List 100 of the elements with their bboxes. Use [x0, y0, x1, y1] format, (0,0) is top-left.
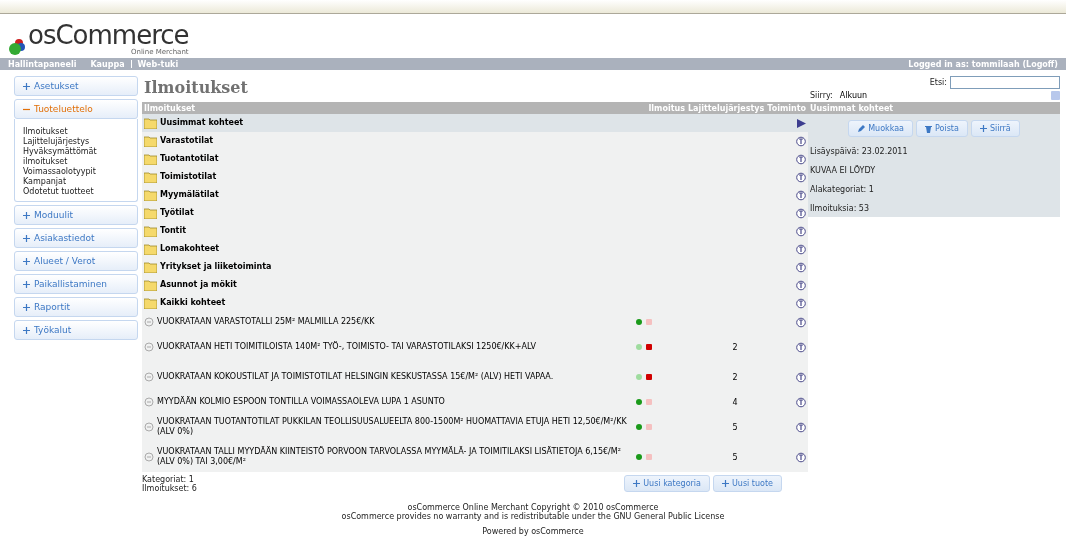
table-row[interactable]: Varastotilat — [142, 132, 808, 150]
info-text: Ilmoituksia: 53 — [810, 204, 871, 213]
table-row[interactable]: Kaikki kohteet — [142, 294, 808, 312]
table-row[interactable]: Uusimmat kohteet — [142, 114, 808, 132]
product-icon — [144, 452, 154, 462]
info-icon[interactable] — [796, 261, 806, 273]
sidebar-item[interactable]: Asetukset — [14, 76, 138, 96]
info-text: KUVAA EI LÖYDY — [810, 166, 877, 175]
folder-icon — [144, 153, 157, 165]
panel-button[interactable]: Poista — [916, 120, 968, 137]
info-icon[interactable] — [796, 171, 806, 183]
info-icon[interactable] — [796, 207, 806, 219]
info-icon[interactable] — [796, 371, 806, 383]
table-row[interactable]: VUOKRATAAN HETI TOIMITILOISTA 140M² TYÖ-, TOIMISTO- TAI VARASTOTILAKSI 1250€/KK+ALV 2 — [142, 332, 808, 362]
sidebar-item[interactable]: Moduulit — [14, 205, 138, 225]
new-button[interactable]: Uusi tuote — [712, 475, 782, 492]
plus-icon — [23, 211, 30, 219]
arrow-icon — [797, 118, 806, 128]
panel-button[interactable]: Siirrä — [970, 120, 1020, 137]
goto-label: Siirry: — [810, 91, 833, 100]
search-field[interactable] — [950, 76, 1060, 89]
sidebar-item[interactable]: Työkalut — [14, 320, 138, 340]
plus-icon — [979, 125, 987, 132]
plus-icon — [23, 303, 30, 311]
product-icon — [144, 342, 154, 352]
sidebar-item[interactable]: Asiakastiedot — [14, 228, 138, 248]
folder-icon — [144, 117, 157, 129]
submenu-link[interactable]: Voimassaolotyypit — [23, 167, 133, 177]
folder-icon — [144, 261, 157, 273]
status-on-icon[interactable] — [636, 399, 642, 405]
sort-order: 4 — [731, 397, 739, 407]
info-icon[interactable] — [796, 421, 806, 433]
table-row[interactable]: Myymälätilat — [142, 186, 808, 204]
submenu-link[interactable]: Lajittelujärjestys — [23, 137, 133, 147]
goto-select[interactable]: Alkuun — [839, 91, 1060, 100]
sort-order: 2 — [731, 342, 739, 352]
info-icon[interactable] — [796, 451, 806, 463]
product-icon — [144, 422, 154, 432]
folder-icon — [144, 207, 157, 219]
submenu-link[interactable]: ilmoitukset — [23, 157, 133, 167]
separator — [130, 60, 132, 68]
logged-in-text: Logged in as: tommilaah (Logoff) — [908, 59, 1058, 69]
plus-icon — [23, 257, 30, 265]
table-row[interactable]: Tontit — [142, 222, 808, 240]
submenu-link[interactable]: Hyväksymättömät — [23, 147, 133, 157]
table-row[interactable]: Asunnot ja mökit — [142, 276, 808, 294]
sidebar-item[interactable]: Alueet / Verot — [14, 251, 138, 271]
table-row[interactable]: Työtilat — [142, 204, 808, 222]
submenu-link[interactable]: Ilmoitukset — [23, 127, 133, 137]
folder-icon — [144, 171, 157, 183]
table-row[interactable]: Lomakohteet — [142, 240, 808, 258]
folder-icon — [144, 135, 157, 147]
table-row[interactable]: Toimistotilat — [142, 168, 808, 186]
logo-text: osCommerce — [28, 20, 189, 50]
info-icon[interactable] — [796, 279, 806, 291]
info-icon[interactable] — [796, 225, 806, 237]
footer-text: Powered by osCommerce — [482, 527, 584, 536]
sidebar-item[interactable]: Paikallistaminen — [14, 274, 138, 294]
new-button[interactable]: Uusi kategoria — [624, 475, 710, 492]
panel-button[interactable]: Muokkaa — [848, 120, 913, 137]
sort-order: 5 — [731, 452, 739, 462]
plus-icon — [23, 82, 30, 90]
plus-icon — [633, 480, 641, 487]
info-icon[interactable] — [796, 243, 806, 255]
info-icon[interactable] — [796, 153, 806, 165]
table-row[interactable]: MYYDÄÄN KOLMIO ESPOON TONTILLA VOIMASSAOLEVA LUPA 1 ASUNTO 4 — [142, 392, 808, 412]
folder-icon — [144, 297, 157, 309]
info-icon[interactable] — [796, 316, 806, 328]
submenu-link[interactable]: Odotetut tuotteet — [23, 187, 133, 197]
submenu-link[interactable]: Kampanjat — [23, 177, 133, 187]
info-icon[interactable] — [796, 297, 806, 309]
summary-text: Kategoriat: 1 — [142, 475, 194, 484]
plus-icon — [23, 234, 30, 242]
table-header: Ilmoitukset Ilmoitus Lajittelujärjestys Toiminto — [142, 102, 808, 114]
pencil-icon — [857, 124, 866, 133]
folder-icon — [144, 225, 157, 237]
table-row[interactable]: VUOKRATAAN VARASTOTALLI 25M² MALMILLA 225€/KK — [142, 312, 808, 332]
footer-text: osCommerce Online Merchant Copyright © 2010 osCommerce — [407, 503, 659, 512]
product-icon — [144, 317, 154, 327]
summary-text: Ilmoitukset: 6 — [142, 484, 197, 493]
info-text: Alakategoriat: 1 — [810, 185, 875, 194]
footer-text: osCommerce provides no warranty and is redistributable under the GNU General Public License — [341, 512, 725, 521]
table-row[interactable]: Yritykset ja liiketoiminta — [142, 258, 808, 276]
product-icon — [144, 397, 154, 407]
logo-icon — [8, 38, 26, 56]
table-row[interactable]: Tuotantotilat — [142, 150, 808, 168]
folder-icon — [144, 243, 157, 255]
status-on-icon[interactable] — [636, 454, 642, 460]
plus-icon — [721, 480, 729, 487]
sidebar-item[interactable]: Raportit — [14, 297, 138, 317]
sort-order: 2 — [731, 372, 739, 382]
info-icon[interactable] — [796, 341, 806, 353]
table-row[interactable]: VUOKRATAAN TUOTANTOTILAT PUKKILAN TEOLLISUUSALUEELTA 800-1500M² HUOMATTAVIA ETUJA HETI 12,50€/M²/KK (ALV 0%) 5 — [142, 412, 808, 442]
info-icon[interactable] — [796, 135, 806, 147]
info-icon[interactable] — [796, 189, 806, 201]
info-icon[interactable] — [796, 396, 806, 408]
status-on-icon[interactable] — [636, 424, 642, 430]
table-row[interactable]: VUOKRATAAN TALLI MYYDÄÄN KIINTEISTÖ PORVOON TARVOLASSA MYYMÄLÄ- JA TOIMITILAKSI LISÄTIETOJA 6,15€/M² (ALV 0%) TAI 3,00€/M² 5 — [142, 442, 808, 472]
table-row[interactable]: VUOKRATAAN KOKOUSTILAT JA TOIMISTOTILAT HELSINGIN KESKUSTASSA 15€/M² (ALV) HETI VAPAA. 2 — [142, 362, 808, 392]
status-on-icon[interactable] — [636, 319, 642, 325]
